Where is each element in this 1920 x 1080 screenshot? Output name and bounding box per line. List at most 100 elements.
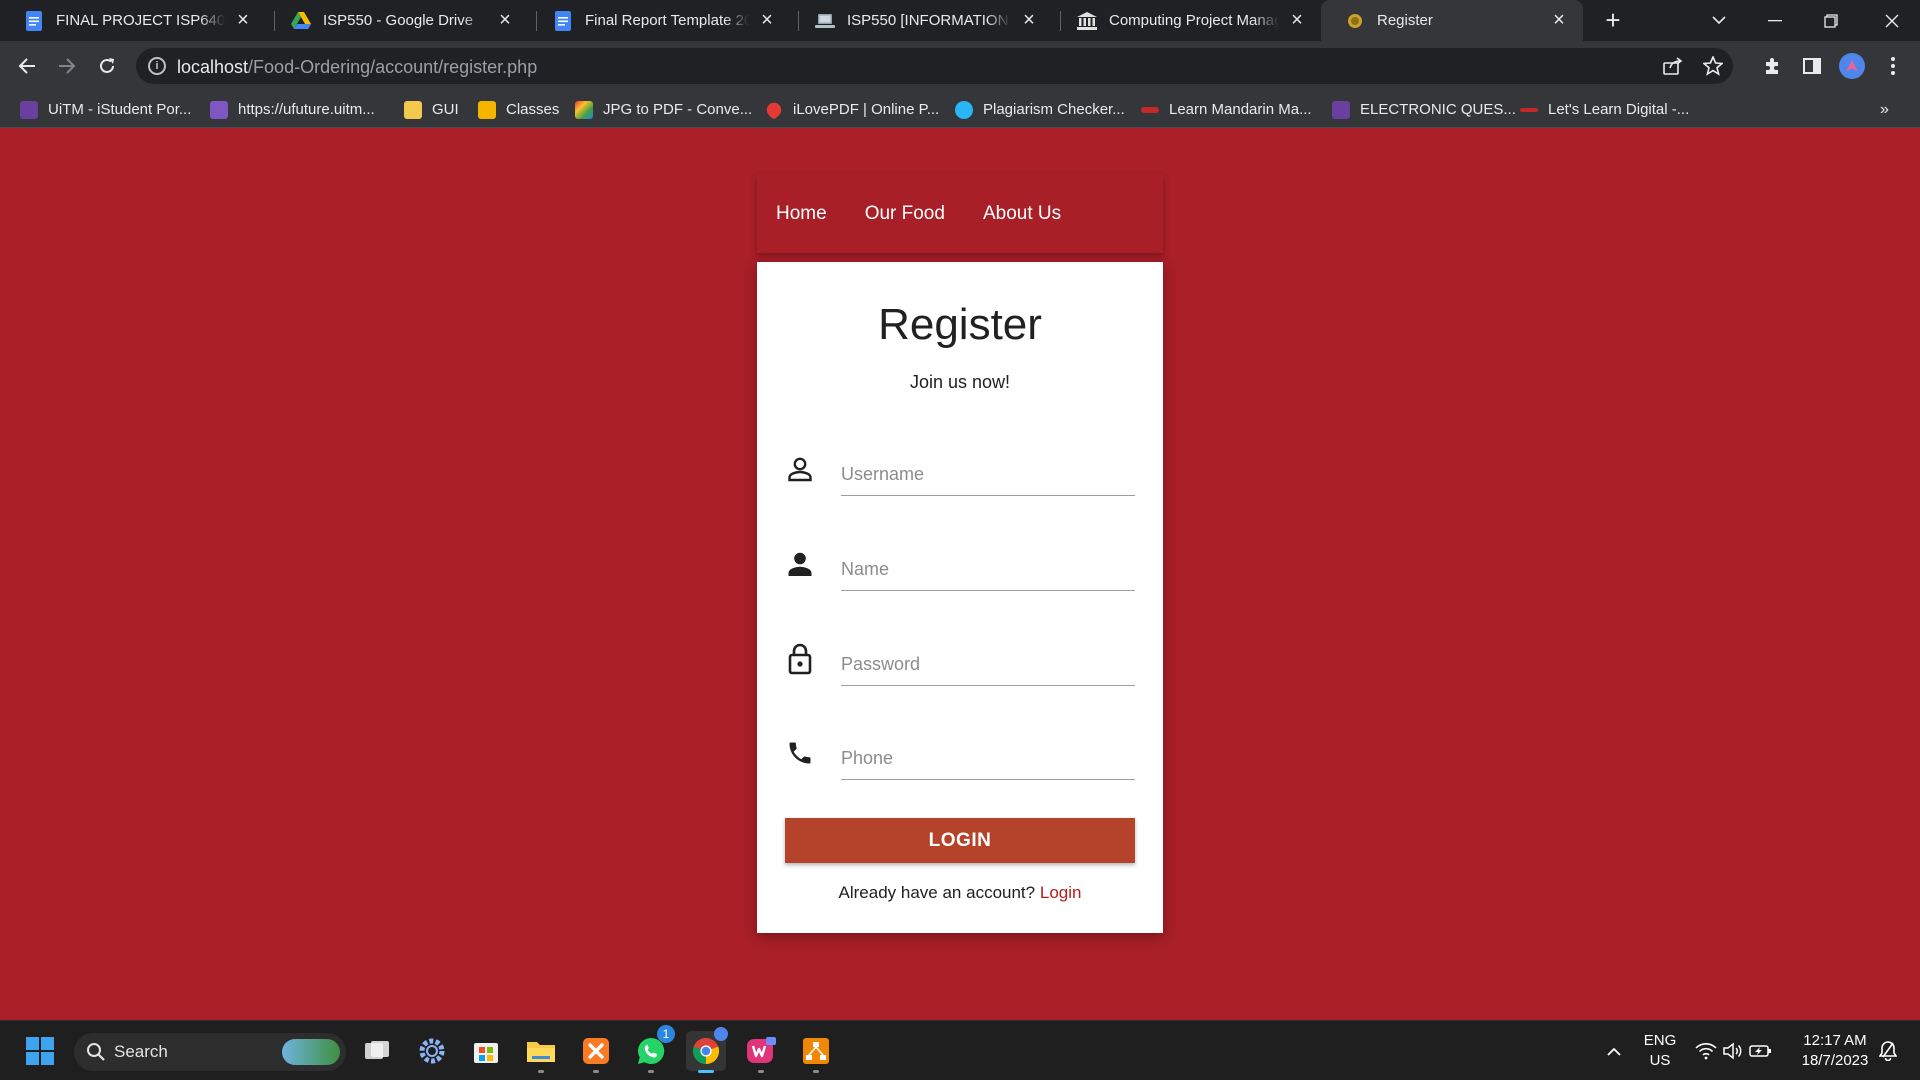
reload-button[interactable]: [92, 51, 122, 81]
close-tab-icon[interactable]: ×: [1549, 9, 1569, 31]
close-tab-icon[interactable]: ×: [1287, 9, 1307, 31]
tab-title: ISP550 [INFORMATION SYSTEMS]: [847, 12, 1011, 29]
bookmark-classes[interactable]: Classes: [478, 91, 559, 128]
institution-icon: [1077, 11, 1097, 31]
bookmark-electronic-ques[interactable]: ELECTRONIC QUES...: [1332, 91, 1516, 128]
submit-button[interactable]: LOGIN: [785, 818, 1135, 863]
register-card: Register Join us now! LOGIN Already have…: [757, 262, 1163, 933]
forward-button[interactable]: [52, 51, 82, 81]
bookmark-ufuture[interactable]: https://ufuture.uitm...: [210, 91, 375, 128]
bookmark-star-icon[interactable]: [1702, 55, 1724, 77]
tab-final-report[interactable]: Final Report Template 2023 ×: [529, 0, 791, 41]
taskbar-wps-office[interactable]: [741, 1031, 781, 1073]
taskbar-clock[interactable]: 12:17 AM 18/7/2023: [1790, 1031, 1880, 1071]
site-info-icon[interactable]: i: [148, 57, 166, 75]
taskbar-task-view[interactable]: [357, 1031, 397, 1071]
bookmark-ilovepdf[interactable]: iLovePDF | Online P...: [763, 91, 939, 128]
quick-settings-button[interactable]: [1686, 1031, 1782, 1071]
taskbar-search[interactable]: Search: [74, 1033, 346, 1071]
taskbar-drawio[interactable]: [796, 1031, 836, 1073]
clock-date: 18/7/2023: [1801, 1052, 1869, 1069]
bookmark-plagiarism-checker[interactable]: Plagiarism Checker...: [955, 91, 1125, 128]
tab-computing-project[interactable]: Computing Project Management ×: [1053, 0, 1321, 41]
share-icon[interactable]: [1662, 55, 1684, 77]
close-tab-icon[interactable]: ×: [233, 9, 253, 31]
restore-button[interactable]: [1803, 0, 1859, 41]
nav-about-us-link[interactable]: About Us: [983, 203, 1061, 225]
clock-time: 12:17 AM: [1803, 1032, 1867, 1049]
taskbar-file-explorer[interactable]: [521, 1031, 561, 1073]
lock-icon: [785, 643, 815, 675]
url-text[interactable]: localhost/Food-Ordering/account/register…: [177, 57, 537, 78]
close-tab-icon[interactable]: ×: [495, 9, 515, 31]
taskbar-settings[interactable]: [412, 1031, 452, 1071]
google-docs-icon: [553, 10, 573, 31]
running-indicator: [758, 1070, 764, 1073]
notification-center-button[interactable]: [1876, 1031, 1900, 1071]
file-explorer-icon: [527, 1042, 555, 1062]
reload-icon: [100, 58, 114, 73]
tab-google-drive[interactable]: ISP550 - Google Drive ×: [267, 0, 529, 41]
tab-final-project[interactable]: FINAL PROJECT ISP640 - Google Docs ×: [0, 0, 267, 41]
bookmark-favicon: [1520, 107, 1538, 112]
back-arrow-icon: [18, 58, 35, 74]
more-bookmarks-button[interactable]: »: [1880, 91, 1889, 128]
close-icon: [1885, 14, 1899, 27]
back-button[interactable]: [12, 51, 42, 81]
microsoft-store-icon: [474, 1043, 498, 1063]
phone-input[interactable]: [841, 726, 1135, 780]
tab-title: Computing Project Management: [1109, 12, 1279, 29]
person-icon: [785, 549, 815, 579]
bookmark-learn-mandarin[interactable]: Learn Mandarin Ma...: [1141, 91, 1312, 128]
nav-home-link[interactable]: Home: [776, 203, 827, 225]
new-tab-button[interactable]: +: [1599, 6, 1627, 34]
bookmark-lets-learn-digital[interactable]: Let's Learn Digital -...: [1520, 91, 1689, 128]
extensions-button[interactable]: [1757, 51, 1787, 81]
address-bar[interactable]: i localhost/Food-Ordering/account/regist…: [136, 48, 1733, 84]
bookmark-label: GUI: [432, 101, 459, 118]
bookmark-uitm-istudent[interactable]: UiTM - iStudent Por...: [20, 91, 191, 128]
folder-icon: [404, 100, 422, 119]
google-docs-icon: [24, 10, 44, 31]
bookmark-label: Classes: [506, 101, 560, 118]
taskbar-whatsapp[interactable]: 1: [631, 1025, 675, 1073]
start-button[interactable]: [20, 1031, 60, 1071]
language-code: ENG: [1643, 1032, 1677, 1049]
close-window-button[interactable]: [1864, 0, 1920, 41]
side-panel-button[interactable]: [1797, 51, 1827, 81]
profile-avatar[interactable]: [1839, 53, 1865, 79]
whatsapp-badge: 1: [657, 1025, 675, 1043]
minimize-button[interactable]: [1747, 0, 1803, 41]
bookmark-favicon: [575, 100, 593, 119]
bookmark-jpg-to-pdf[interactable]: JPG to PDF - Conve...: [575, 91, 752, 128]
tab-title: FINAL PROJECT ISP640 - Google Docs: [56, 12, 225, 29]
taskbar-microsoft-store[interactable]: [466, 1031, 506, 1071]
bookmark-favicon: [1332, 100, 1350, 119]
chevron-up-icon: [1607, 1047, 1621, 1056]
bookmark-gui[interactable]: GUI: [404, 91, 459, 128]
close-tab-icon[interactable]: ×: [1019, 9, 1039, 31]
show-hidden-icons-button[interactable]: [1594, 1031, 1634, 1071]
language-indicator[interactable]: ENG US: [1638, 1031, 1682, 1071]
bookmark-label: UiTM - iStudent Por...: [48, 101, 192, 118]
windows-taskbar: Search 1 ENG US 12:17 AM 18/7/2023: [0, 1020, 1920, 1080]
taskbar-xampp[interactable]: [576, 1031, 616, 1073]
name-input[interactable]: [841, 537, 1135, 591]
taskbar-chrome[interactable]: [686, 1027, 728, 1073]
bookmark-favicon: [955, 100, 973, 119]
bookmark-label: Let's Learn Digital -...: [1548, 101, 1690, 118]
nav-our-food-link[interactable]: Our Food: [865, 203, 945, 225]
wifi-icon: [1695, 1043, 1717, 1060]
tab-register[interactable]: Register ×: [1321, 0, 1583, 41]
more-vertical-icon: [1891, 57, 1895, 75]
tab-search-button[interactable]: [1691, 0, 1747, 41]
search-highlight-icon: [282, 1039, 340, 1065]
close-tab-icon[interactable]: ×: [757, 9, 777, 31]
username-input[interactable]: [841, 442, 1135, 496]
bookmark-label: Learn Mandarin Ma...: [1169, 101, 1312, 118]
tab-isp550-info-sys[interactable]: ISP550 [INFORMATION SYSTEMS] ×: [791, 0, 1053, 41]
login-link[interactable]: Login: [1040, 883, 1082, 902]
password-input[interactable]: [841, 632, 1135, 686]
chrome-menu-button[interactable]: [1878, 51, 1908, 81]
phone-icon: [785, 738, 815, 768]
